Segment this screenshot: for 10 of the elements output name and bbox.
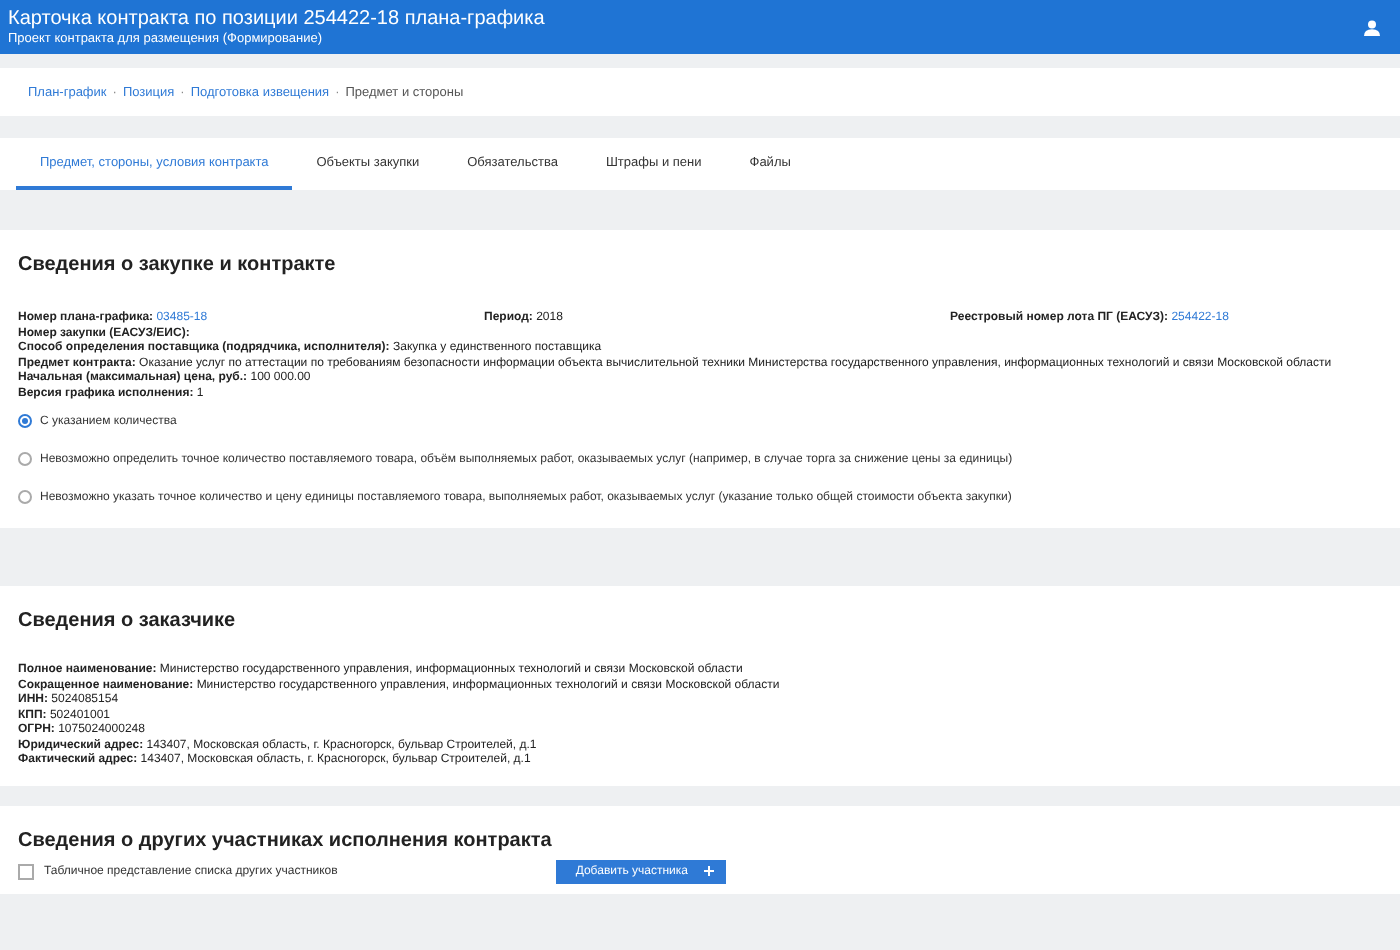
page-title: Карточка контракта по позиции 254422-18 плана-графика	[8, 7, 545, 31]
plus-icon	[704, 866, 714, 876]
radio-button[interactable]	[18, 490, 32, 504]
checkbox[interactable]	[18, 863, 34, 879]
radio-button[interactable]	[18, 452, 32, 466]
user-icon[interactable]	[1364, 19, 1380, 35]
section-title: Сведения о закупке и контракте	[18, 254, 338, 276]
section-title: Сведения о других участниках исполнения контракта	[18, 829, 554, 851]
radio-button[interactable]	[18, 414, 32, 428]
section-title: Сведения о заказчике	[18, 610, 238, 632]
